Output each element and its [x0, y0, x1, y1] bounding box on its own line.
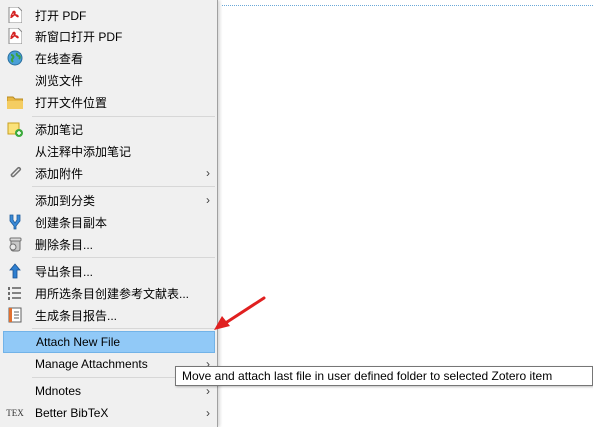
menu-item-label: Attach New File	[36, 335, 121, 349]
submenu-arrow-icon: ›	[206, 193, 210, 207]
menu-item-create-bibliography[interactable]: 用所选条目创建参考文献表...	[3, 282, 215, 304]
report-icon	[3, 304, 27, 326]
menu-item-export-items[interactable]: 导出条目...	[3, 260, 215, 282]
trash-icon	[3, 233, 27, 255]
menu-item-better-bibtex[interactable]: TEX Better BibTeX ›	[3, 402, 215, 424]
menu-item-open-file-location[interactable]: 打开文件位置	[3, 91, 215, 113]
menu-separator	[32, 328, 215, 329]
menu-item-label: 从注释中添加笔记	[35, 144, 132, 159]
menu-item-label: 在线查看	[35, 51, 84, 66]
menu-item-add-attachment[interactable]: 添加附件 ›	[3, 162, 215, 184]
menu-item-add-note-from-annotations[interactable]: 从注释中添加笔记	[3, 140, 215, 162]
bibliography-icon	[3, 282, 27, 304]
menu-separator	[32, 257, 215, 258]
menu-item-label: 添加附件	[35, 166, 84, 181]
menu-item-generate-report[interactable]: 生成条目报告...	[3, 304, 215, 326]
menu-item-view-online[interactable]: 在线查看	[3, 47, 215, 69]
globe-icon	[3, 47, 27, 69]
menu-item-label: 创建条目副本	[35, 215, 108, 230]
tooltip: Move and attach last file in user define…	[175, 366, 593, 386]
menu-item-browse-file[interactable]: 浏览文件	[3, 69, 215, 91]
menu-item-open-pdf-new-window[interactable]: 新窗口打开 PDF	[3, 25, 215, 47]
menu-item-label: 新窗口打开 PDF	[35, 29, 123, 44]
menu-item-attach-new-file[interactable]: Attach New File	[3, 331, 215, 353]
submenu-arrow-icon: ›	[206, 406, 210, 420]
menu-item-duplicate-item[interactable]: 创建条目副本	[3, 211, 215, 233]
folder-icon	[3, 91, 27, 113]
menu-item-delete-item[interactable]: 删除条目...	[3, 233, 215, 255]
menu-separator	[32, 116, 215, 117]
tex-icon: TEX	[6, 408, 24, 418]
annotation-arrow-icon	[214, 296, 266, 330]
menu-item-open-pdf[interactable]: 打开 PDF	[3, 4, 215, 26]
menu-item-label: 浏览文件	[35, 73, 84, 88]
menu-item-label: 打开 PDF	[35, 8, 87, 23]
menu-separator	[32, 186, 215, 187]
export-icon	[3, 260, 27, 282]
menu-item-add-note[interactable]: 添加笔记	[3, 118, 215, 140]
menu-item-add-to-collection[interactable]: 添加到分类 ›	[3, 189, 215, 211]
paperclip-icon	[3, 162, 27, 184]
pdf-icon	[3, 4, 27, 26]
duplicate-icon	[3, 211, 27, 233]
menu-item-label: 打开文件位置	[35, 95, 108, 110]
note-add-icon	[3, 118, 27, 140]
menu-item-label: Better BibTeX	[35, 406, 109, 420]
menu-item-label: 删除条目...	[35, 237, 94, 252]
submenu-arrow-icon: ›	[206, 166, 210, 180]
pdf-icon	[3, 25, 27, 47]
tree-focus-border	[222, 5, 593, 6]
menu-item-label: 生成条目报告...	[35, 308, 118, 323]
menu-item-label: 添加笔记	[35, 122, 84, 137]
submenu-arrow-icon: ›	[206, 384, 210, 398]
menu-item-label: 用所选条目创建参考文献表...	[35, 286, 190, 301]
menu-item-label: Mdnotes	[35, 384, 82, 398]
menu-item-label: 导出条目...	[35, 264, 94, 279]
context-menu: 打开 PDF 新窗口打开 PDF 在线查看 浏览文件 打开文件位置 添加笔记 从…	[0, 0, 218, 427]
menu-item-label: 添加到分类	[35, 193, 96, 208]
